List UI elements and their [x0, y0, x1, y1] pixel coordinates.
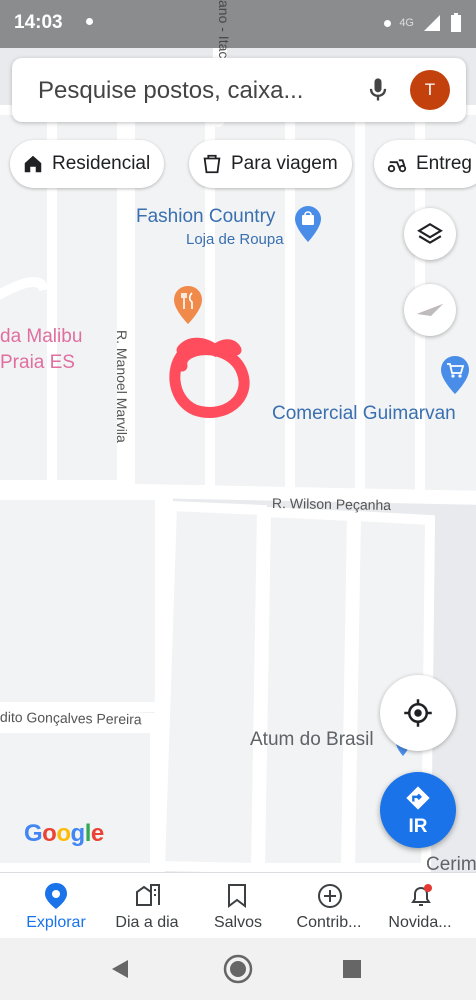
place-category-label: Loja de Roupa: [186, 231, 284, 248]
place-label-comercial[interactable]: Comercial Guimarvan: [272, 403, 456, 425]
home-button-icon[interactable]: [223, 954, 253, 984]
hand-drawn-circle-annotation: [169, 337, 250, 418]
shopping-cart-pin-icon[interactable]: [441, 356, 469, 394]
directions-go-button[interactable]: IR: [380, 772, 456, 848]
nav-label: Explorar: [26, 914, 86, 931]
bookmark-icon: [228, 884, 246, 908]
delivery-icon: [387, 159, 407, 173]
notification-dot-icon: [86, 18, 93, 25]
street-label-goncalves: dito Gonçalves Pereira: [0, 708, 142, 728]
status-time: 14:03: [14, 12, 63, 33]
chip-residencial[interactable]: Residencial: [10, 140, 165, 188]
microphone-icon[interactable]: [364, 76, 392, 104]
account-avatar[interactable]: T: [410, 70, 450, 110]
home-icon: [24, 155, 42, 173]
google-logo: Google: [24, 820, 104, 847]
place-label-fashion-country[interactable]: Fashion Country: [136, 206, 275, 228]
status-bar: 14:03 4G: [0, 0, 476, 48]
bell-icon: [411, 884, 432, 906]
chip-entrega[interactable]: Entreg: [374, 140, 476, 188]
add-circle-icon: [318, 884, 342, 908]
nav-label: Salvos: [213, 914, 263, 931]
network-label: 4G: [399, 17, 414, 29]
nav-label: Dia a dia: [115, 914, 179, 931]
search-bar[interactable]: Pesquise postos, caixa... T: [12, 58, 466, 122]
nav-dia-a-dia[interactable]: Dia a dia: [101, 873, 193, 939]
nav-novidades[interactable]: Novida...: [374, 873, 466, 939]
nav-explorar[interactable]: Explorar: [10, 873, 102, 939]
recents-icon[interactable]: [343, 960, 361, 978]
nav-contribuir[interactable]: Contrib...: [283, 873, 375, 939]
search-input[interactable]: Pesquise postos, caixa...: [38, 77, 303, 105]
compass-icon: [417, 304, 443, 316]
go-label: IR: [408, 816, 428, 837]
nav-label: Contrib...: [296, 914, 362, 931]
place-label-malibu-line2[interactable]: Praia ES: [0, 352, 75, 374]
status-icons: 4G: [384, 13, 462, 33]
my-location-button[interactable]: [380, 675, 456, 751]
notification-dot-icon: [384, 19, 392, 27]
nav-label: Novida...: [388, 914, 452, 931]
directions-icon: [406, 786, 430, 810]
chip-label: Residencial: [52, 153, 151, 174]
chip-para-viagem[interactable]: Para viagem: [189, 140, 352, 188]
chip-label: Para viagem: [231, 153, 338, 174]
takeout-icon: [203, 154, 221, 174]
explore-pin-icon: [45, 883, 67, 909]
restaurant-pin-icon[interactable]: [174, 286, 202, 324]
shopping-bag-pin-icon[interactable]: [295, 206, 321, 242]
layers-button[interactable]: [404, 208, 456, 260]
compass-button[interactable]: [404, 284, 456, 336]
street-label-wilson: R. Wilson Peçanha: [271, 494, 392, 514]
street-label-manoel: R. Manoel Marvila: [114, 330, 130, 443]
system-navigation-bar: [0, 938, 476, 1000]
place-label-malibu[interactable]: da Malibu: [0, 326, 82, 348]
commute-icon: [136, 884, 160, 906]
signal-icon: [424, 15, 440, 31]
back-icon[interactable]: [110, 959, 130, 979]
place-label-atum[interactable]: Atum do Brasil: [250, 729, 374, 751]
chip-label: Entreg: [416, 153, 472, 174]
my-location-icon: [404, 699, 432, 727]
battery-icon: [451, 13, 461, 32]
bottom-navigation: Explorar Dia a dia Salvos Contrib... Nov…: [0, 872, 476, 938]
nav-salvos[interactable]: Salvos: [192, 873, 284, 939]
layers-icon: [417, 222, 443, 244]
